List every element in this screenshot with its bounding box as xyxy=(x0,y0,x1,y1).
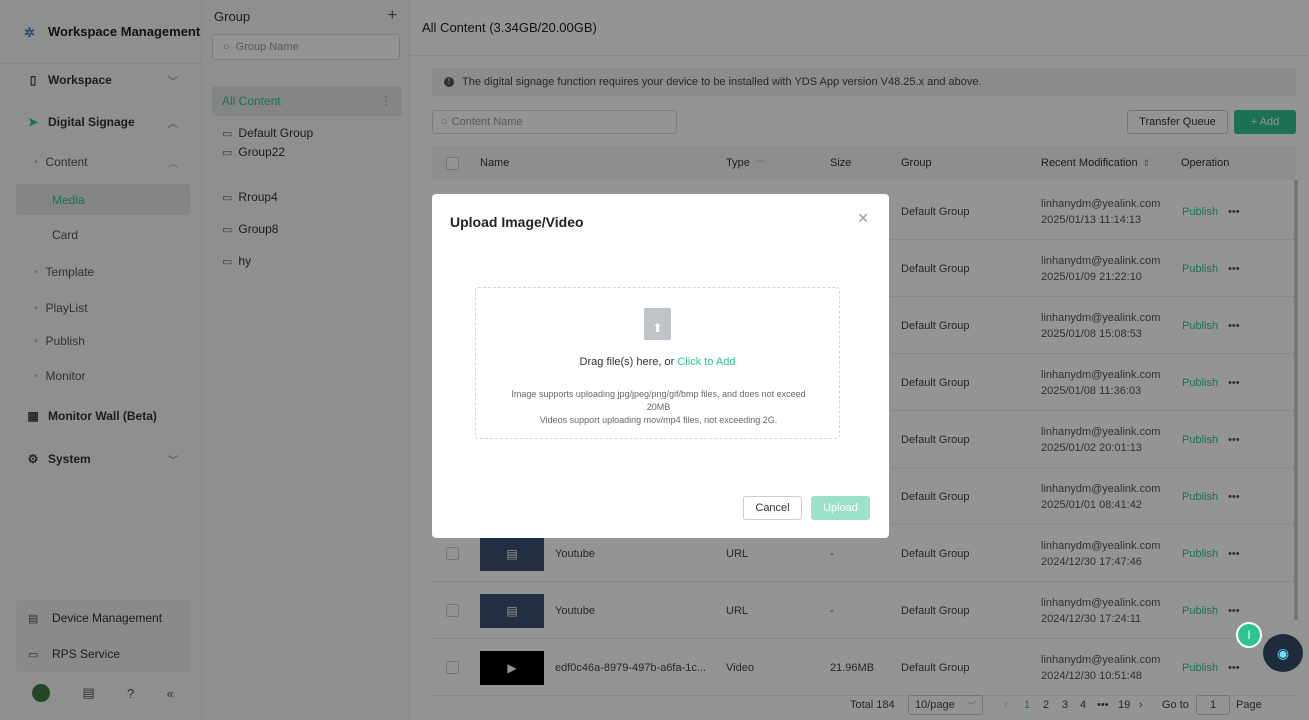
modal-title: Upload Image/Video xyxy=(450,214,584,230)
image-hint: Image supports uploading jpg/jpeg/png/gi… xyxy=(511,389,806,412)
click-to-add-link[interactable]: Click to Add xyxy=(677,356,735,368)
cancel-button[interactable]: Cancel xyxy=(743,496,802,520)
upload-dropzone[interactable]: ⬆ Drag file(s) here, or Click to Add Ima… xyxy=(475,287,840,439)
upload-button[interactable]: Upload xyxy=(811,496,870,520)
close-icon[interactable]: ✕ xyxy=(857,210,869,227)
robot-assistant-icon[interactable]: ◉ xyxy=(1263,634,1303,672)
upload-hint: Image supports uploading jpg/jpeg/png/gi… xyxy=(501,388,816,427)
assistant-badge-icon[interactable]: I xyxy=(1236,622,1262,648)
video-hint: Videos support uploading mov/mp4 files, … xyxy=(539,415,778,425)
upload-file-icon: ⬆ xyxy=(644,308,671,340)
drag-text: Drag file(s) here, or Click to Add xyxy=(476,356,839,368)
drag-text-label: Drag file(s) here, or xyxy=(579,356,678,368)
upload-modal: Upload Image/Video ✕ ⬆ Drag file(s) here… xyxy=(432,194,889,538)
